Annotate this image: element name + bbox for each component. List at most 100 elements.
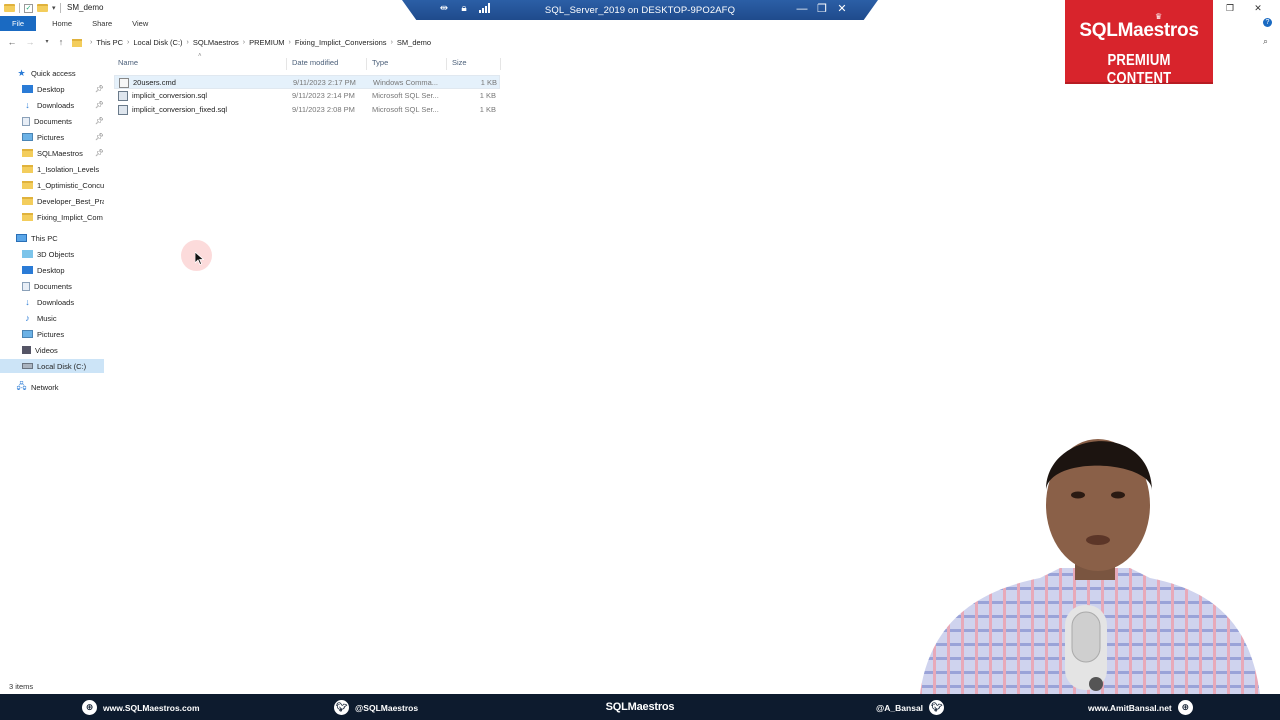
nav-quick-pictures[interactable]: Pictures xyxy=(22,130,126,144)
tab-view[interactable]: View xyxy=(122,16,158,31)
nav-downloads[interactable]: ↓ Downloads xyxy=(22,295,126,309)
pin-icon[interactable]: 📌︎ xyxy=(95,133,104,141)
forward-arrow-icon[interactable]: → xyxy=(24,35,36,49)
chevron-right-icon: › xyxy=(242,39,246,46)
up-arrow-icon[interactable]: ↑ xyxy=(55,35,67,49)
badge-brand: SQLMaestros xyxy=(1079,20,1199,41)
status-item-count: 3 items xyxy=(9,682,34,691)
breadcrumb-this-pc[interactable]: This PC xyxy=(96,38,123,47)
column-header-date[interactable]: Date modified xyxy=(292,56,338,70)
pin-icon[interactable]: 📌︎ xyxy=(95,149,104,157)
nav-videos[interactable]: Videos xyxy=(22,343,126,357)
premium-badge: ♛ SQLMaestros PREMIUM CONTENT xyxy=(1065,0,1213,87)
pin-icon[interactable]: 📌︎ xyxy=(95,85,104,93)
file-row[interactable]: implicit_conversion_fixed.sql 9/11/2023 … xyxy=(114,103,500,117)
tab-file[interactable]: File xyxy=(0,16,37,31)
pin-icon[interactable]: 📌︎ xyxy=(95,117,104,125)
globe-icon: ⊕ xyxy=(1177,700,1193,715)
column-divider[interactable] xyxy=(500,58,501,70)
restore-button[interactable]: ❐ xyxy=(1216,1,1244,15)
sort-ascending-icon: ˄ xyxy=(198,53,202,59)
nav-quick-sqlmaestros[interactable]: SQLMaestros xyxy=(22,146,126,160)
mouse-cursor-icon xyxy=(195,252,204,265)
nav-documents[interactable]: Documents xyxy=(22,279,126,293)
close-button[interactable]: ✕ xyxy=(1244,1,1272,15)
column-header-type[interactable]: Type xyxy=(372,56,388,70)
nav-quick-developer[interactable]: Developer_Best_Pra xyxy=(22,194,104,208)
tab-home[interactable]: Home xyxy=(42,16,82,31)
nav-desktop[interactable]: Desktop xyxy=(22,263,126,277)
chevron-right-icon: › xyxy=(390,39,393,46)
file-name: implicit_conversion.sql xyxy=(132,91,208,100)
drive-icon xyxy=(22,363,33,369)
nav-quick-documents[interactable]: Documents xyxy=(22,114,126,128)
pin-icon[interactable]: 📌︎ xyxy=(95,101,104,109)
breadcrumb-sqlmaestros[interactable]: SQLMaestros xyxy=(193,38,239,47)
nav-network[interactable]: 🖧︎ Network xyxy=(16,380,120,394)
breadcrumb-fixing[interactable]: Fixing_Implict_Conversions xyxy=(295,38,387,47)
documents-icon xyxy=(22,281,30,291)
rd-minimize-button[interactable]: — xyxy=(796,2,808,16)
nav-quick-downloads[interactable]: ↓ Downloads xyxy=(22,98,126,112)
column-divider[interactable] xyxy=(366,58,367,70)
3d-objects-icon xyxy=(22,250,33,258)
tab-share[interactable]: Share xyxy=(82,16,122,31)
footer-website-label: www.AmitBansal.net xyxy=(1088,702,1172,713)
nav-quick-optimistic[interactable]: 1_Optimistic_Concu xyxy=(22,178,104,192)
nav-this-pc[interactable]: This PC xyxy=(16,231,120,245)
nav-local-disk[interactable]: Local Disk (C:) xyxy=(0,359,104,373)
nav-label: Network xyxy=(31,382,59,392)
star-icon: ★ xyxy=(17,67,26,78)
chevron-right-icon: › xyxy=(127,39,130,46)
file-size: 1 KB xyxy=(480,78,497,87)
nav-pictures[interactable]: Pictures xyxy=(22,327,126,341)
column-divider[interactable] xyxy=(446,58,447,70)
breadcrumb-sm-demo[interactable]: SM_demo xyxy=(397,38,431,47)
nav-quick-fixing[interactable]: Fixing_Implict_Com xyxy=(22,210,104,224)
cmd-file-icon xyxy=(119,78,129,88)
footer-twitter-abansal[interactable]: @A_Bansal 🐦︎ xyxy=(876,700,945,715)
column-divider[interactable] xyxy=(286,58,287,70)
nav-label: Pictures xyxy=(37,329,65,339)
recent-locations-icon[interactable]: ▾ xyxy=(41,35,53,49)
nav-quick-desktop[interactable]: Desktop xyxy=(22,82,126,96)
back-arrow-icon[interactable]: ← xyxy=(6,35,18,49)
sql-file-icon xyxy=(118,91,128,101)
nav-label: Desktop xyxy=(37,84,65,94)
nav-label: SQLMaestros xyxy=(37,148,83,158)
rd-restore-button[interactable]: ❐ xyxy=(816,2,828,16)
nav-label: 3D Objects xyxy=(37,249,75,259)
folder-icon xyxy=(22,149,33,157)
nav-quick-access[interactable]: ★ Quick access xyxy=(16,66,120,80)
nav-label: Desktop xyxy=(37,265,65,275)
file-row[interactable]: 20users.cmd 9/11/2023 2:17 PM Windows Co… xyxy=(114,75,500,89)
nav-music[interactable]: ♪ Music xyxy=(22,311,126,325)
file-row[interactable]: implicit_conversion.sql 9/11/2023 2:14 P… xyxy=(114,89,500,103)
new-folder-icon[interactable] xyxy=(37,4,48,12)
help-icon[interactable]: ? xyxy=(1263,18,1272,27)
folder-icon xyxy=(22,197,33,205)
file-type: Microsoft SQL Ser... xyxy=(372,105,439,114)
column-header-size[interactable]: Size xyxy=(452,56,467,70)
ribbon-tabs: File Home Share View xyxy=(0,16,1060,31)
rd-close-button[interactable]: ✕ xyxy=(836,2,848,16)
nav-label: Developer_Best_Pra xyxy=(37,196,104,206)
download-icon: ↓ xyxy=(25,297,30,307)
footer-website-amitbansal[interactable]: www.AmitBansal.net ⊕ xyxy=(1088,700,1193,715)
folder-icon xyxy=(4,4,15,12)
column-header-name[interactable]: Name xyxy=(118,56,138,70)
separator xyxy=(59,3,61,13)
desktop-icon xyxy=(22,266,33,274)
nav-3d-objects[interactable]: 3D Objects xyxy=(22,247,126,261)
nav-quick-isolation[interactable]: 1_Isolation_Levels xyxy=(22,162,104,176)
search-icon[interactable]: ⌕ xyxy=(1263,36,1268,47)
file-date: 9/11/2023 2:08 PM xyxy=(292,105,355,114)
breadcrumb-premium[interactable]: PREMIUM xyxy=(249,38,284,47)
nav-label: Documents xyxy=(34,116,72,126)
properties-icon[interactable]: ✓ xyxy=(24,3,33,13)
file-type: Windows Comma... xyxy=(373,78,439,87)
chevron-down-icon[interactable]: ▾ xyxy=(52,4,56,12)
breadcrumb-local-disk[interactable]: Local Disk (C:) xyxy=(133,38,182,47)
nav-label: Documents xyxy=(34,281,72,291)
nav-label: 1_Optimistic_Concu xyxy=(37,180,104,190)
